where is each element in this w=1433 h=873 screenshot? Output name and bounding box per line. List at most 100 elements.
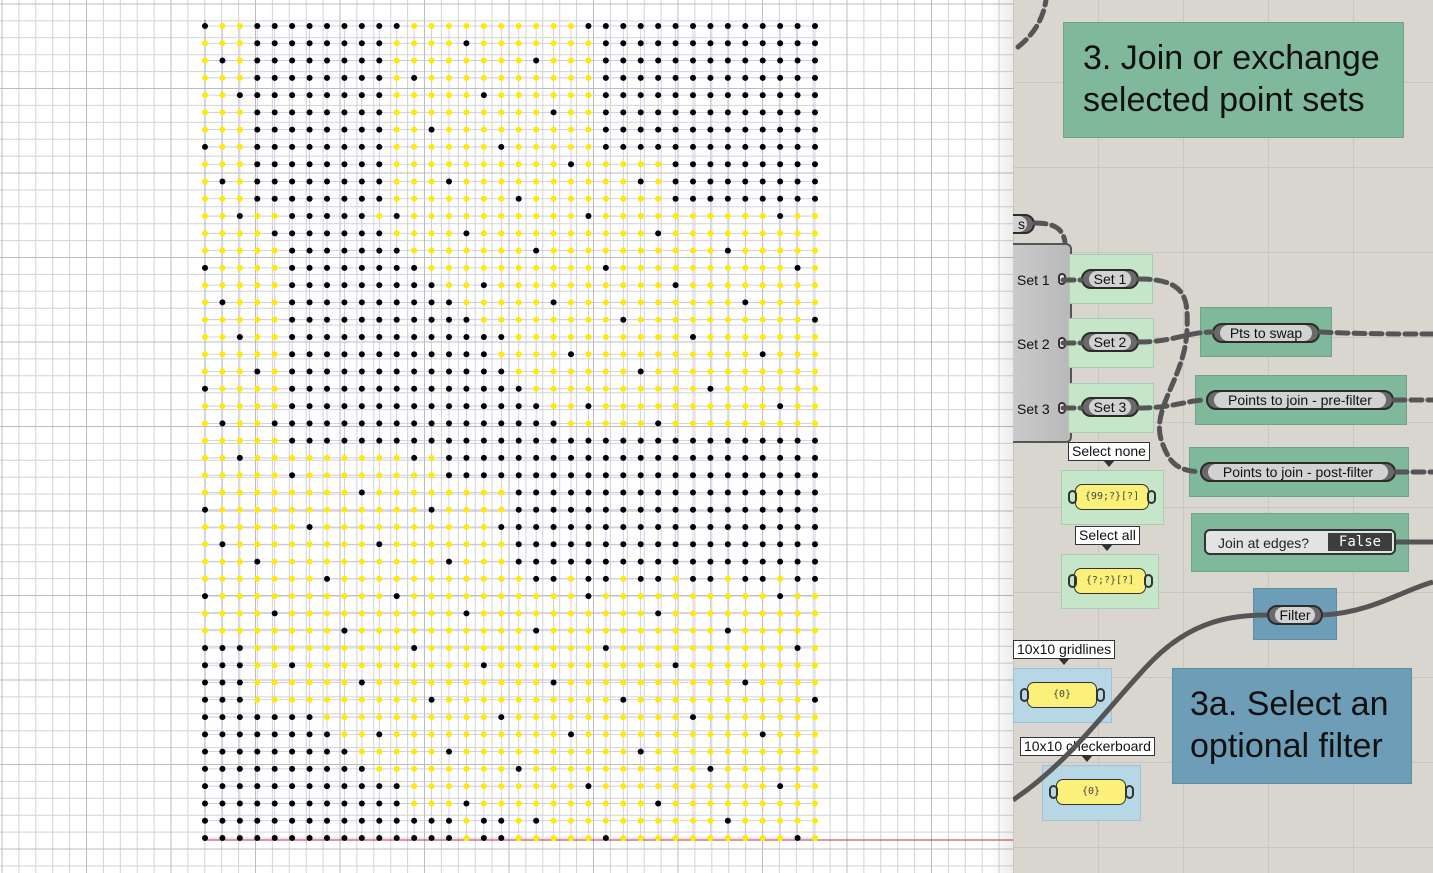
- selected-point[interactable]: [498, 506, 505, 513]
- selected-point[interactable]: [358, 696, 365, 703]
- selected-point[interactable]: [777, 610, 784, 617]
- selected-point[interactable]: [690, 800, 696, 807]
- selected-point[interactable]: [446, 92, 452, 99]
- unselected-point[interactable]: [289, 230, 296, 237]
- selected-point[interactable]: [463, 541, 470, 548]
- unselected-point[interactable]: [376, 800, 383, 807]
- unselected-point[interactable]: [306, 126, 313, 133]
- selected-point[interactable]: [236, 23, 243, 29]
- selected-point[interactable]: [428, 161, 435, 168]
- unselected-point[interactable]: [306, 368, 313, 375]
- selected-point[interactable]: [341, 644, 348, 651]
- unselected-point[interactable]: [358, 800, 365, 807]
- selected-point[interactable]: [672, 800, 679, 807]
- unselected-point[interactable]: [637, 23, 644, 29]
- selected-point[interactable]: [533, 351, 540, 358]
- selected-point[interactable]: [428, 748, 435, 755]
- unselected-point[interactable]: [341, 178, 348, 185]
- unselected-point[interactable]: [637, 57, 644, 64]
- unselected-point[interactable]: [707, 385, 714, 392]
- unselected-point[interactable]: [254, 109, 261, 116]
- selected-point[interactable]: [742, 627, 749, 634]
- unselected-point[interactable]: [707, 472, 714, 479]
- unselected-point[interactable]: [585, 437, 592, 444]
- selected-point[interactable]: [463, 143, 470, 150]
- unselected-point[interactable]: [533, 575, 540, 582]
- selected-point[interactable]: [585, 161, 592, 168]
- selected-point[interactable]: [602, 299, 609, 306]
- unselected-point[interactable]: [655, 143, 662, 150]
- unselected-point[interactable]: [324, 74, 330, 81]
- selected-point[interactable]: [602, 351, 609, 358]
- selected-point[interactable]: [568, 783, 574, 790]
- unselected-point[interactable]: [271, 420, 278, 427]
- unselected-point[interactable]: [742, 109, 749, 116]
- selected-point[interactable]: [724, 783, 731, 790]
- unselected-point[interactable]: [620, 74, 627, 81]
- unselected-point[interactable]: [794, 126, 801, 133]
- unselected-point[interactable]: [236, 800, 243, 807]
- selected-point[interactable]: [254, 472, 261, 479]
- unselected-point[interactable]: [707, 575, 714, 582]
- unselected-point[interactable]: [254, 178, 261, 185]
- selected-point[interactable]: [655, 644, 662, 651]
- selected-point[interactable]: [550, 835, 557, 841]
- selected-point[interactable]: [724, 299, 731, 306]
- selected-point[interactable]: [812, 403, 818, 410]
- unselected-point[interactable]: [707, 161, 714, 168]
- selected-point[interactable]: [724, 230, 731, 237]
- selected-point[interactable]: [533, 765, 540, 772]
- selected-point[interactable]: [498, 161, 505, 168]
- selected-point[interactable]: [202, 92, 208, 99]
- unselected-point[interactable]: [724, 541, 731, 548]
- selected-point[interactable]: [306, 558, 313, 565]
- selected-point[interactable]: [794, 610, 801, 617]
- selected-point[interactable]: [480, 74, 487, 81]
- unselected-point[interactable]: [812, 40, 818, 47]
- selected-point[interactable]: [202, 351, 208, 358]
- selected-point[interactable]: [742, 385, 749, 392]
- selected-point[interactable]: [620, 783, 627, 790]
- unselected-point[interactable]: [742, 143, 749, 150]
- unselected-point[interactable]: [655, 800, 662, 807]
- selected-point[interactable]: [742, 368, 749, 375]
- selected-point[interactable]: [480, 247, 487, 254]
- unselected-point[interactable]: [515, 195, 522, 202]
- selected-point[interactable]: [411, 679, 418, 686]
- unselected-point[interactable]: [707, 765, 714, 772]
- selected-point[interactable]: [533, 662, 540, 669]
- selected-point[interactable]: [794, 662, 801, 669]
- selected-point[interactable]: [550, 195, 557, 202]
- selected-point[interactable]: [690, 748, 696, 755]
- unselected-point[interactable]: [289, 333, 296, 340]
- unselected-point[interactable]: [515, 541, 522, 548]
- selected-point[interactable]: [480, 109, 487, 116]
- selected-point[interactable]: [341, 541, 348, 548]
- unselected-point[interactable]: [341, 195, 348, 202]
- unselected-point[interactable]: [306, 316, 313, 323]
- unselected-point[interactable]: [690, 92, 696, 99]
- unselected-point[interactable]: [202, 644, 208, 651]
- unselected-point[interactable]: [655, 489, 662, 496]
- selected-point[interactable]: [498, 213, 505, 220]
- selected-point[interactable]: [411, 558, 418, 565]
- selected-point[interactable]: [533, 800, 540, 807]
- unselected-point[interactable]: [759, 74, 766, 81]
- unselected-point[interactable]: [411, 316, 418, 323]
- selected-point[interactable]: [324, 696, 330, 703]
- unselected-point[interactable]: [672, 541, 679, 548]
- unselected-point[interactable]: [219, 714, 226, 721]
- selected-point[interactable]: [324, 679, 330, 686]
- unselected-point[interactable]: [324, 437, 330, 444]
- unselected-point[interactable]: [742, 92, 749, 99]
- unselected-point[interactable]: [393, 264, 400, 271]
- selected-point[interactable]: [550, 662, 557, 669]
- selected-point[interactable]: [254, 644, 261, 651]
- selected-point[interactable]: [428, 213, 435, 220]
- selected-point[interactable]: [480, 489, 487, 496]
- selected-point[interactable]: [219, 472, 226, 479]
- selected-point[interactable]: [271, 264, 278, 271]
- selected-point[interactable]: [358, 731, 365, 738]
- selected-point[interactable]: [271, 213, 278, 220]
- selected-point[interactable]: [480, 57, 487, 64]
